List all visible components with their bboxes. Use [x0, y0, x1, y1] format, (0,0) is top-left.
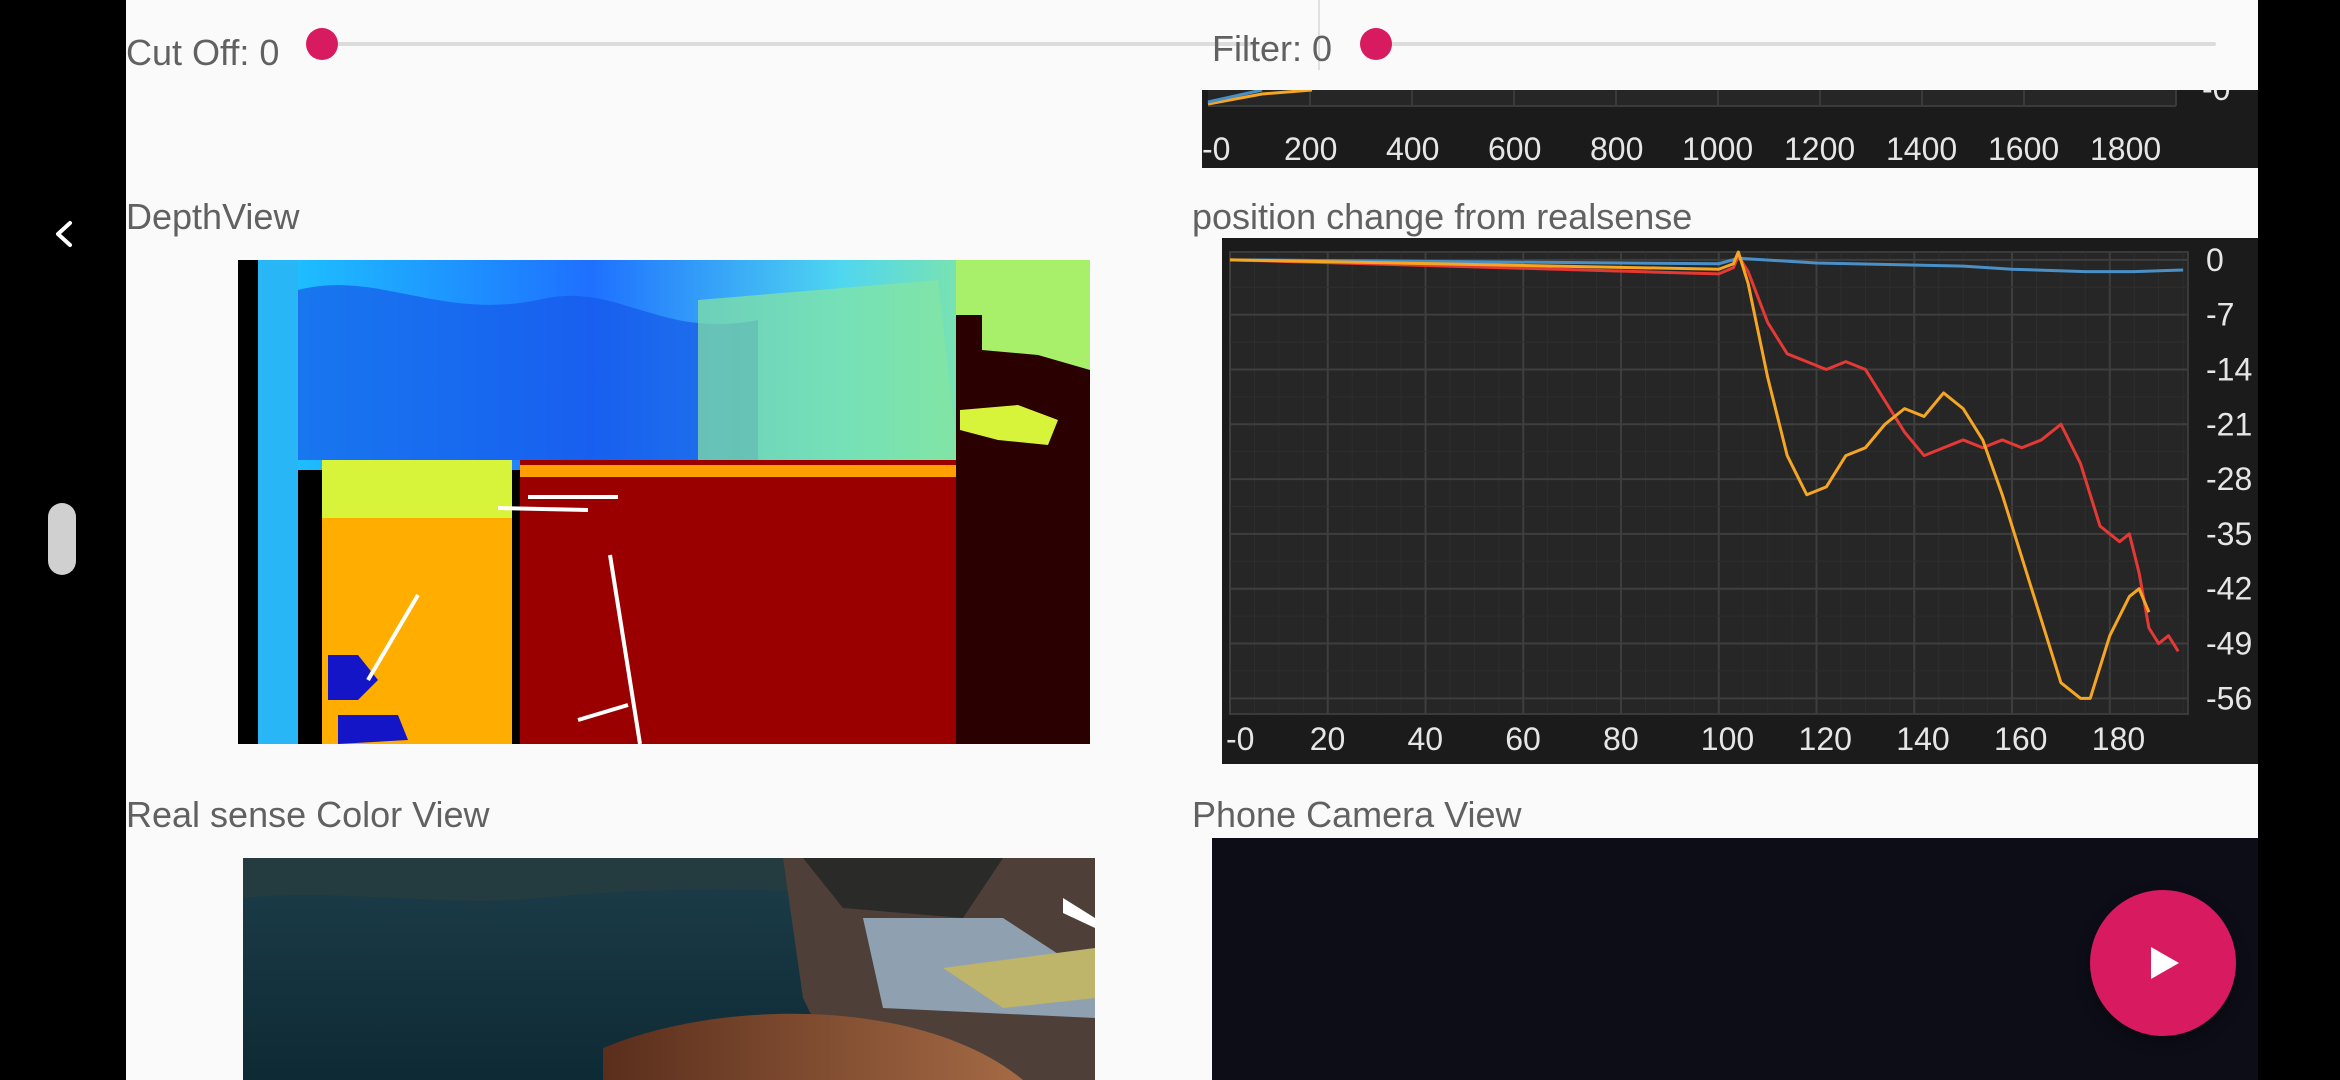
depth-view-image: [238, 260, 1090, 744]
top-x-tick: 600: [1488, 131, 1541, 167]
realsense-color-image: [243, 858, 1095, 1080]
filter-slider-track[interactable]: [1376, 42, 2216, 46]
play-icon: [2151, 947, 2179, 979]
position-chart-title: position change from realsense: [1192, 196, 1693, 237]
x-tick-label: -0: [1226, 721, 1254, 757]
x-tick-label: 20: [1310, 721, 1346, 757]
y-tick-label: -14: [2206, 351, 2252, 387]
top-x-tick: 400: [1386, 131, 1439, 167]
top-x-tick: 800: [1590, 131, 1643, 167]
phone-camera-title: Phone Camera View: [1192, 794, 1522, 835]
x-tick-label: 40: [1408, 721, 1444, 757]
top-x-tick: 1600: [1988, 131, 2059, 167]
plot-area: [1229, 251, 2189, 715]
play-button[interactable]: [2090, 890, 2236, 1036]
x-tick-label: 100: [1701, 721, 1754, 757]
position-chart: 0 -7 -14 -21 -28 -35 -42 -49 -56 -0 20 40 60 80 100 12…: [1222, 238, 2258, 764]
x-tick-label: 140: [1896, 721, 1949, 757]
top-x-tick: 200: [1284, 131, 1337, 167]
y-tick-label: -35: [2206, 516, 2252, 552]
top-x-tick: 1000: [1682, 131, 1753, 167]
cutoff-slider-track[interactable]: [324, 42, 1254, 46]
realsense-color-title: Real sense Color View: [126, 794, 490, 835]
main-content: Cut Off: 0 Filter: 0 DepthView position …: [126, 0, 2258, 1080]
back-button[interactable]: [44, 214, 84, 254]
y-tick-label: -56: [2206, 680, 2252, 716]
top-chart: -0 -0 200 400 600 800 1000 1200 1400 160…: [1202, 90, 2258, 168]
top-chart-y-tick: -0: [2202, 90, 2230, 107]
chevron-left-icon: [56, 221, 72, 247]
x-tick-label: 160: [1994, 721, 2047, 757]
cutoff-label: Cut Off: 0: [126, 32, 280, 73]
y-tick-label: -21: [2206, 406, 2252, 442]
y-tick-label: -49: [2206, 626, 2252, 662]
x-tick-label: 180: [2092, 721, 2145, 757]
top-x-tick: 1400: [1886, 131, 1957, 167]
top-x-tick: 1200: [1784, 131, 1855, 167]
y-tick-label: -28: [2206, 461, 2252, 497]
filter-label: Filter: 0: [1212, 28, 1333, 69]
top-x-tick: -0: [1202, 131, 1230, 167]
depth-view-title: DepthView: [126, 196, 300, 237]
y-tick-label: -42: [2206, 571, 2252, 607]
y-tick-label: 0: [2206, 242, 2224, 278]
side-handle[interactable]: [48, 503, 76, 575]
y-tick-label: -7: [2206, 297, 2234, 333]
chart-grid: [1229, 251, 2189, 715]
top-x-tick: 1800: [2090, 131, 2161, 167]
filter-slider-thumb[interactable]: [1360, 28, 1392, 60]
x-tick-label: 120: [1799, 721, 1852, 757]
x-tick-label: 80: [1603, 721, 1639, 757]
cutoff-slider-thumb[interactable]: [306, 28, 338, 60]
x-tick-label: 60: [1505, 721, 1541, 757]
